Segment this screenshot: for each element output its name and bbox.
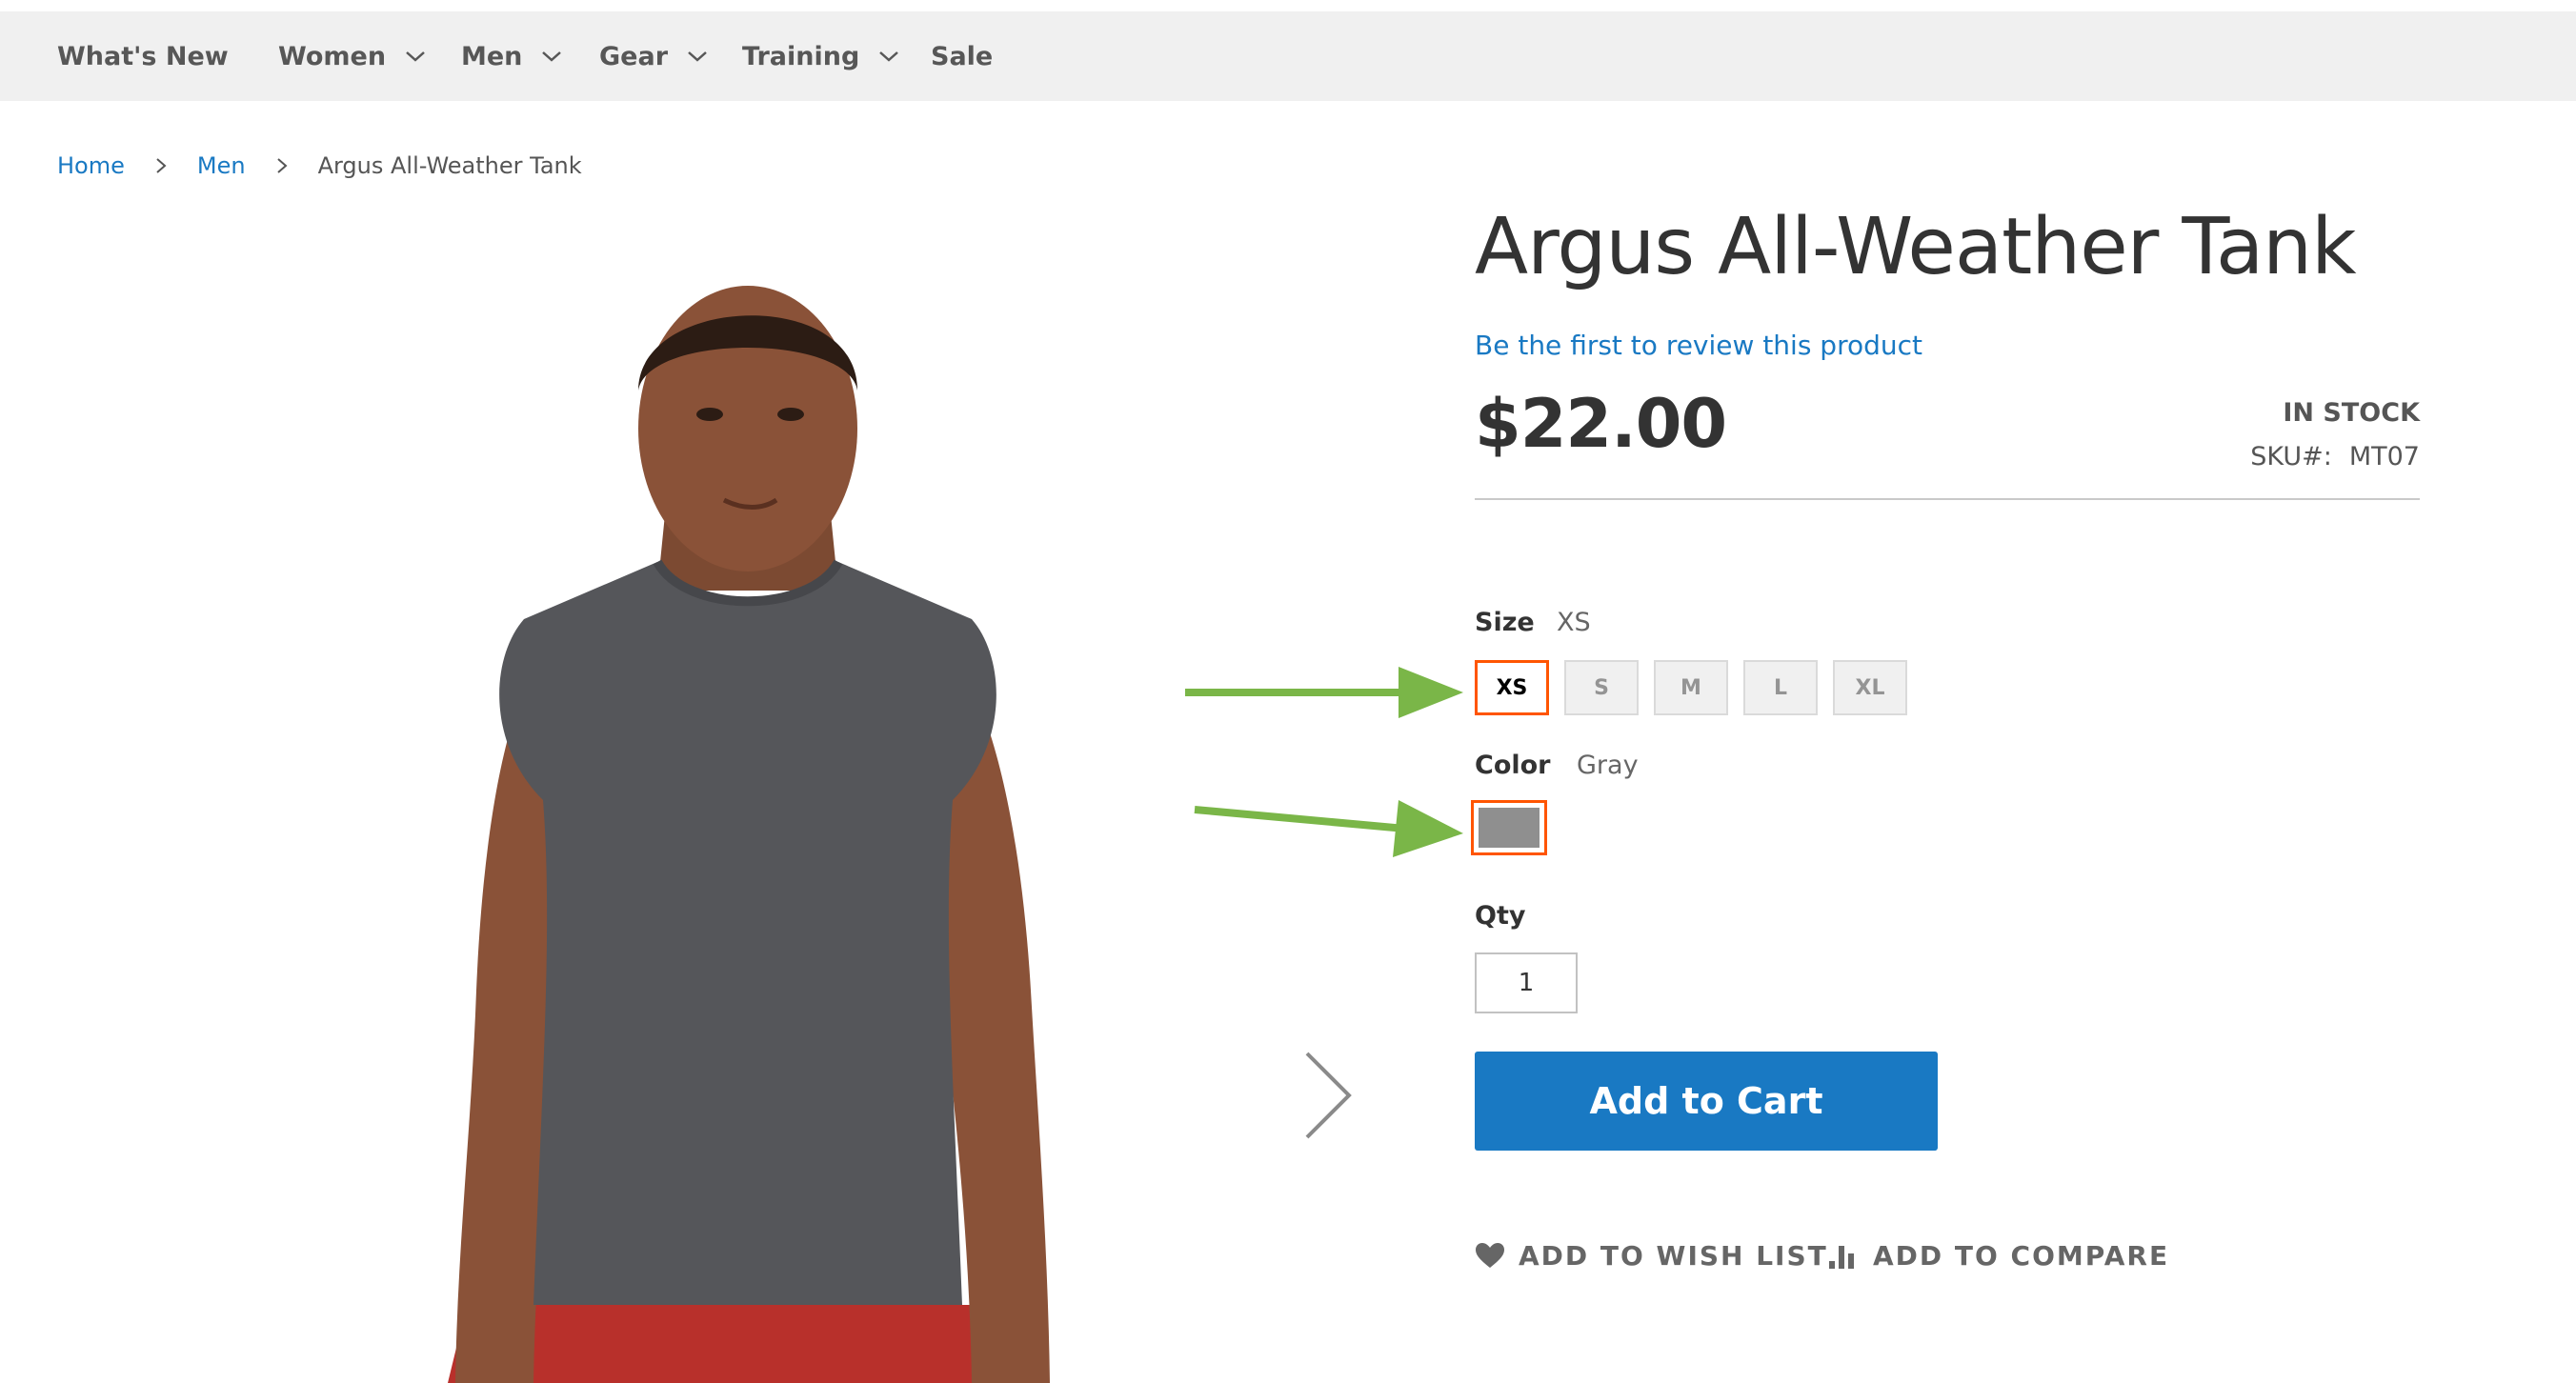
nav-item-label: Training <box>742 41 860 71</box>
product-price: $22.00 <box>1475 385 1727 463</box>
nav-item-label: Sale <box>931 41 994 71</box>
nav-item-women[interactable]: Women <box>278 11 426 101</box>
gallery-next-arrow[interactable] <box>1296 1048 1357 1143</box>
color-selected-value: Gray <box>1577 751 1639 780</box>
chevron-down-icon <box>688 51 707 62</box>
nav-item-whats-new[interactable]: What's New <box>57 11 229 101</box>
chevron-down-icon <box>406 51 425 62</box>
size-annotation-arrow <box>1185 667 1463 718</box>
qty-input[interactable] <box>1475 952 1578 1013</box>
size-selected-value: XS <box>1557 608 1591 637</box>
size-option-l[interactable]: L <box>1743 660 1818 715</box>
color-option-gray[interactable] <box>1471 800 1547 855</box>
review-link[interactable]: Be the first to review this product <box>1475 330 1922 361</box>
chevron-right-icon <box>156 158 167 173</box>
nav-item-training[interactable]: Training <box>742 11 899 101</box>
sku-value: MT07 <box>2348 442 2420 471</box>
main-navigation: What's New Women Men Gear Training Sale <box>0 11 2576 101</box>
size-option-xl[interactable]: XL <box>1833 660 1907 715</box>
nav-item-sale[interactable]: Sale <box>931 11 993 101</box>
qty-label: Qty <box>1475 901 1526 931</box>
top-strip <box>0 0 2576 11</box>
breadcrumb-current: Argus All-Weather Tank <box>317 152 582 179</box>
nav-item-label: Gear <box>599 41 669 71</box>
color-swatch-fill <box>1479 808 1540 848</box>
chevron-down-icon <box>542 51 562 62</box>
chevron-down-icon <box>879 51 899 62</box>
divider <box>1475 498 2420 500</box>
chevron-right-icon <box>276 158 288 173</box>
heart-icon <box>1476 1243 1504 1268</box>
size-option-s[interactable]: S <box>1564 660 1639 715</box>
size-option-m[interactable]: M <box>1654 660 1728 715</box>
nav-item-men[interactable]: Men <box>461 11 562 101</box>
product-sku: SKU#: MT07 <box>2250 442 2420 471</box>
wishlist-label: ADD TO WISH LIST <box>1519 1239 1828 1272</box>
product-title: Argus All-Weather Tank <box>1475 202 2357 292</box>
stock-status: IN STOCK <box>2283 398 2420 428</box>
nav-item-gear[interactable]: Gear <box>599 11 708 101</box>
breadcrumb-home-link[interactable]: Home <box>57 152 125 179</box>
size-label: Size <box>1475 608 1535 637</box>
nav-item-label: Men <box>461 41 523 71</box>
size-swatches: XS S M L XL <box>1473 658 1922 717</box>
color-annotation-arrow <box>1194 800 1463 857</box>
size-option-xs[interactable]: XS <box>1473 658 1551 717</box>
add-to-cart-button[interactable]: Add to Cart <box>1475 1052 1938 1151</box>
color-label: Color <box>1475 751 1551 780</box>
compare-chart-icon <box>1829 1246 1854 1269</box>
breadcrumb: Home Men Argus All-Weather Tank <box>57 149 582 183</box>
add-to-compare-link[interactable]: ADD TO COMPARE <box>1827 1236 2169 1274</box>
compare-label: ADD TO COMPARE <box>1873 1239 2170 1272</box>
nav-item-label: What's New <box>57 41 229 71</box>
breadcrumb-category-link[interactable]: Men <box>197 152 246 179</box>
add-to-wishlist-link[interactable]: ADD TO WISH LIST <box>1475 1236 1828 1274</box>
sku-label: SKU#: <box>2250 442 2332 471</box>
nav-item-label: Women <box>278 41 387 71</box>
